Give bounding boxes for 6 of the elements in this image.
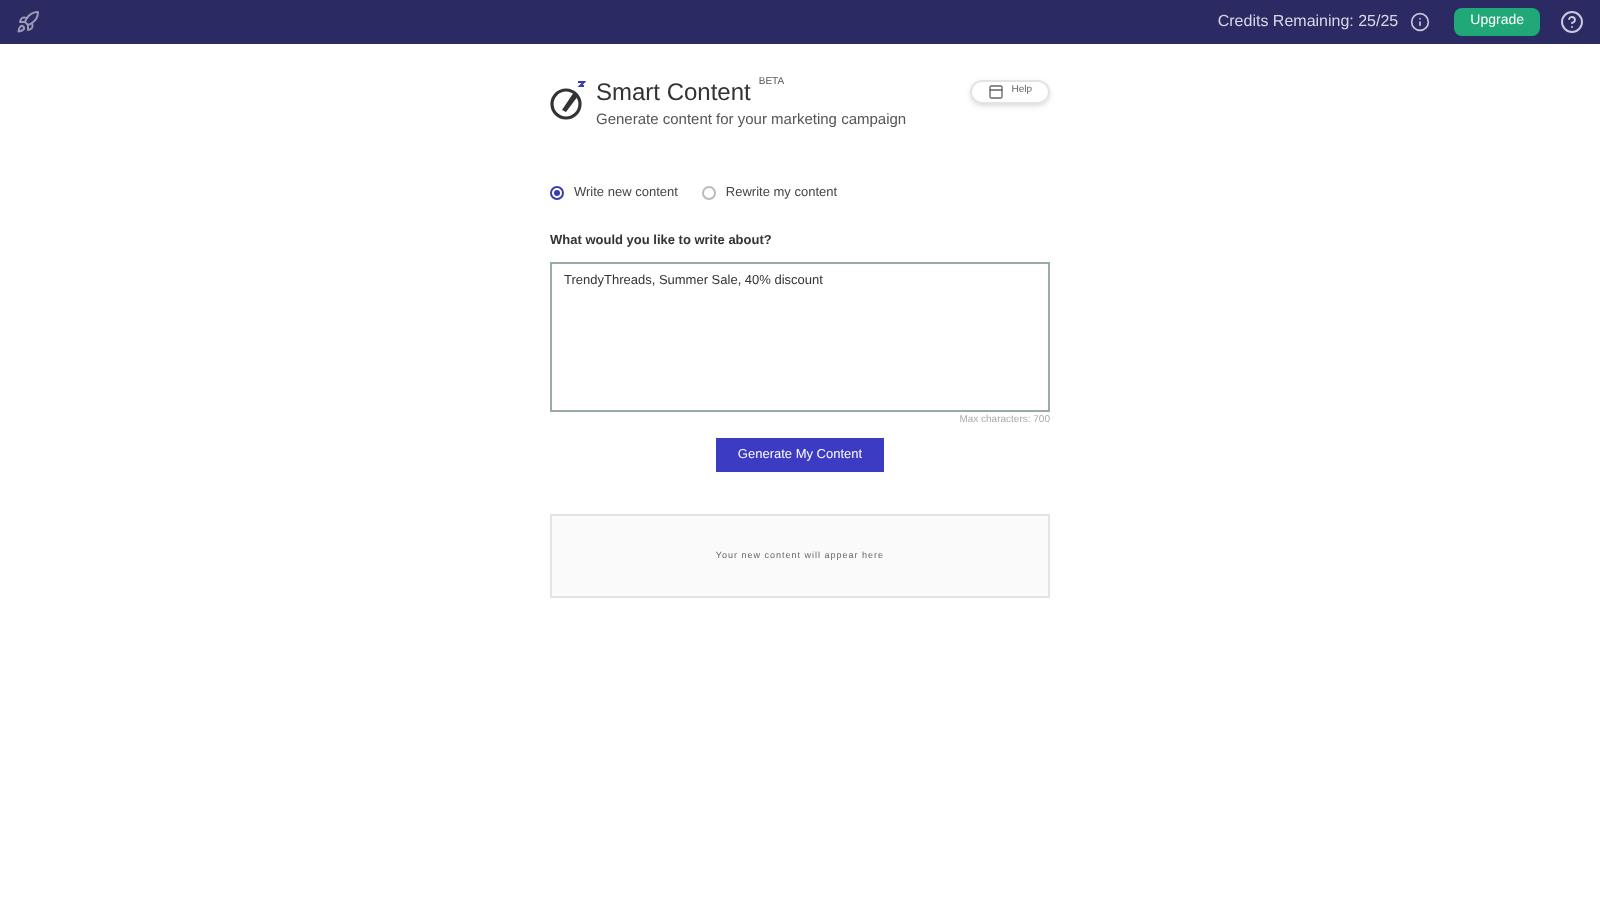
window-icon [987,84,1004,100]
rocket-icon[interactable] [16,10,40,34]
credits-text: Credits Remaining: 25/25 [1217,10,1399,34]
help-icon[interactable] [1560,10,1584,34]
info-icon[interactable] [1410,12,1431,32]
page-title: Smart Content [596,76,751,108]
